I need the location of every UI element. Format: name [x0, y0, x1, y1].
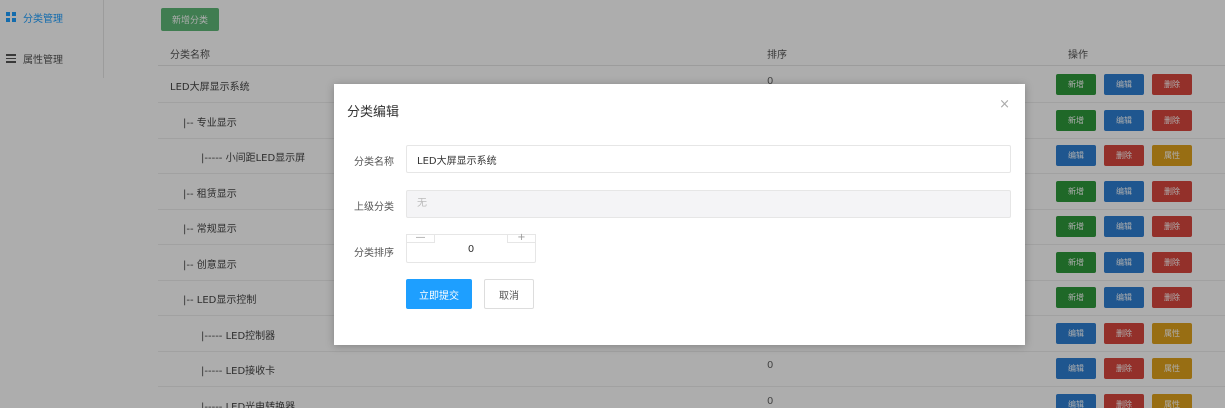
- sort-label: 分类排序: [354, 248, 394, 259]
- category-name-input[interactable]: [406, 145, 1011, 173]
- parent-label: 上级分类: [354, 202, 394, 213]
- dialog-title: 分类编辑: [347, 105, 400, 120]
- cancel-button[interactable]: 取消: [484, 279, 534, 309]
- plus-icon[interactable]: +: [507, 233, 536, 243]
- close-icon[interactable]: ×: [999, 97, 1010, 112]
- submit-button[interactable]: 立即提交: [406, 279, 472, 309]
- sort-value[interactable]: 0: [407, 244, 535, 255]
- minus-icon[interactable]: —: [406, 233, 435, 243]
- edit-category-dialog: 分类编辑 × 分类名称 上级分类 无 分类排序 — + 0 立即提交 取消: [334, 84, 1025, 345]
- name-label: 分类名称: [354, 157, 394, 168]
- parent-category-field: 无: [406, 190, 1011, 218]
- sort-stepper: — + 0: [406, 233, 536, 263]
